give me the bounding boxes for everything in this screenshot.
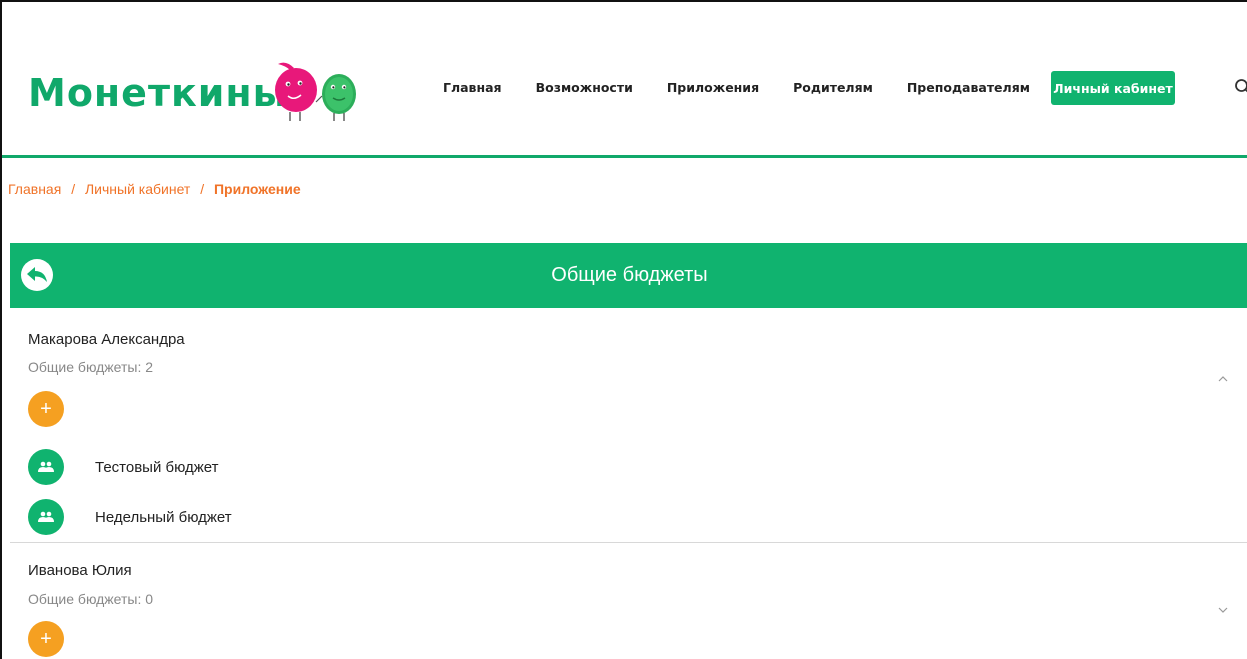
site-header: Монеткины Главная Возможности Приложения… [2,2,1247,158]
nav-item-parents[interactable]: Родителям [793,80,873,95]
budget-item[interactable]: Тестовый бюджет [28,449,219,485]
breadcrumb-current: Приложение [213,181,301,197]
budget-name: Тестовый бюджет [95,458,219,476]
page-title-bar: Общие бюджеты [10,243,1247,308]
member-section: Иванова Юлия Общие бюджеты: 0 + [10,543,1247,659]
plus-icon: + [40,397,52,420]
add-budget-button[interactable]: + [28,391,64,427]
chevron-up-icon[interactable] [1214,370,1232,388]
add-budget-button[interactable]: + [28,621,64,657]
header-divider [2,155,1247,158]
nav-item-features[interactable]: Возможности [536,80,633,95]
member-name: Иванова Юлия [28,562,132,579]
main-nav: Главная Возможности Приложения Родителям… [443,80,1064,95]
chevron-down-icon[interactable] [1214,601,1232,619]
member-budget-count: Общие бюджеты: 2 [28,359,154,375]
app-frame: Монеткины Главная Возможности Приложения… [0,0,1247,659]
page-title: Общие бюджеты [551,264,708,286]
nav-item-home[interactable]: Главная [443,80,502,95]
breadcrumb-separator: / [71,181,76,197]
brand-logo[interactable]: Монеткины [28,58,356,128]
plus-icon: + [40,627,52,650]
nav-item-apps[interactable]: Приложения [667,80,759,95]
member-name: Макарова Александра [28,331,185,348]
nav-item-teachers[interactable]: Преподавателям [907,80,1030,95]
breadcrumb-cabinet[interactable]: Личный кабинет [85,181,190,197]
search-icon[interactable] [1234,78,1247,96]
breadcrumb: Главная / Личный кабинет / Приложение [8,181,301,197]
personal-cabinet-button[interactable]: Личный кабинет [1051,71,1175,105]
mascots-icon [275,62,356,121]
budget-item[interactable]: Недельный бюджет [28,499,232,535]
breadcrumb-home[interactable]: Главная [8,181,61,197]
group-icon [28,499,64,535]
brand-name: Монеткины [28,71,289,115]
breadcrumb-separator: / [200,181,205,197]
group-icon [28,449,64,485]
budget-name: Недельный бюджет [95,508,232,526]
member-budget-count: Общие бюджеты: 0 [28,591,154,607]
member-section: Макарова Александра Общие бюджеты: 2 + Т… [10,310,1247,542]
